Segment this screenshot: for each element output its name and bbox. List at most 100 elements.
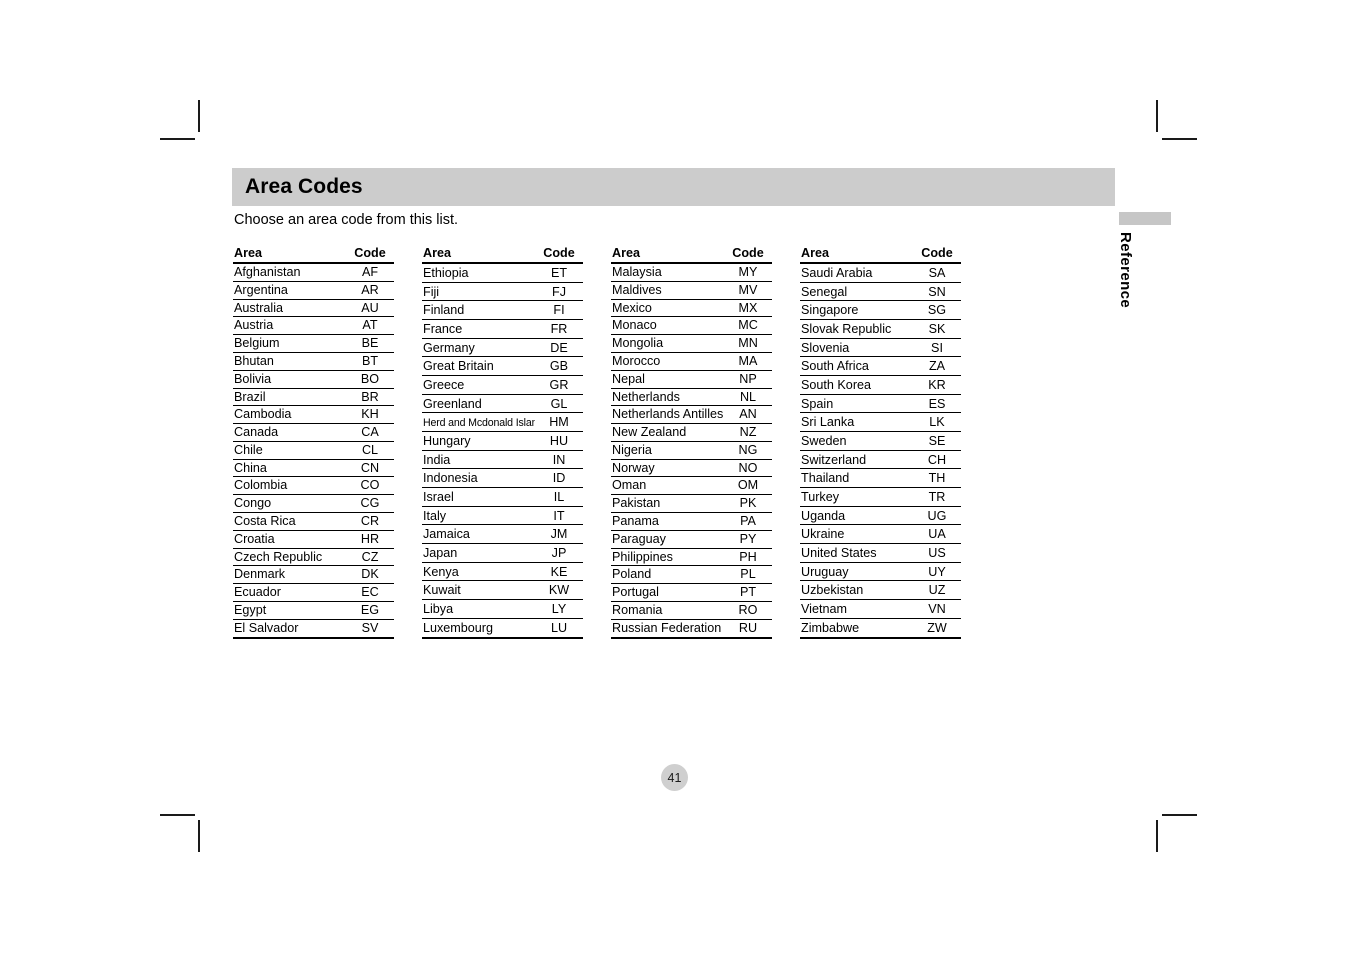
area-name-cell: Morocco	[611, 352, 724, 371]
area-name-cell: El Salvador	[233, 619, 346, 639]
table-row: Denmark DK	[233, 565, 394, 585]
crop-mark-bottom-right	[1140, 808, 1200, 853]
crop-mark-horizontal-rule	[1162, 138, 1197, 140]
column-header-area: Area	[611, 245, 724, 265]
area-name-cell: Pakistan	[611, 494, 724, 514]
area-name-cell: Mongolia	[611, 334, 724, 353]
table-row: Australia AU	[233, 299, 394, 318]
area-code-cell: CN	[346, 459, 394, 478]
area-code-cell: ES	[913, 394, 961, 414]
area-code-cell: PA	[724, 512, 772, 531]
table-row: India IN	[422, 450, 583, 470]
area-name-cell: Sweden	[800, 431, 913, 451]
area-name-cell: Greece	[422, 375, 535, 395]
area-name-cell: Canada	[233, 423, 346, 442]
area-code-cell: BT	[346, 352, 394, 371]
table-row: Indonesia ID	[422, 468, 583, 488]
table-row: Chile CL	[233, 441, 394, 460]
table-row: Belgium BE	[233, 334, 394, 353]
table-row: Panama PA	[611, 512, 772, 531]
table-row: Luxembourg LU	[422, 618, 583, 639]
area-name-cell: Netherlands Antilles	[611, 405, 724, 425]
area-name-cell: Norway	[611, 459, 724, 478]
table-row: Monaco MC	[611, 316, 772, 336]
area-code-cell: RO	[724, 601, 772, 620]
area-code-cell: SE	[913, 431, 961, 451]
table-row: Great Britain GB	[422, 356, 583, 377]
crop-mark-bottom-left	[160, 808, 220, 853]
table-row: Paraguay PY	[611, 530, 772, 549]
table-row: Bolivia BO	[233, 370, 394, 389]
area-name-cell: India	[422, 450, 535, 470]
area-code-cell: NL	[724, 388, 772, 407]
area-code-cell: IT	[535, 506, 583, 526]
table-row: Sweden SE	[800, 431, 961, 451]
page-title: Area Codes	[245, 175, 363, 198]
area-name-cell: Indonesia	[422, 468, 535, 488]
area-code-cell: BO	[346, 370, 394, 389]
area-name-cell: Jamaica	[422, 524, 535, 544]
area-name-cell: Nepal	[611, 370, 724, 389]
table-row: Russian Federation RU	[611, 619, 772, 639]
area-name-cell: Thailand	[800, 468, 913, 488]
table-row: Netherlands NL	[611, 388, 772, 407]
area-code-cell: GR	[535, 375, 583, 395]
area-code-cell: SV	[346, 619, 394, 639]
area-name-cell: Switzerland	[800, 450, 913, 470]
table-row: Malaysia MY	[611, 263, 772, 282]
area-code-table: Area Code Saudi Arabia SA Senegal SN Singapore…	[800, 245, 961, 639]
area-name-cell: Zimbabwe	[800, 618, 913, 639]
area-name-cell: New Zealand	[611, 423, 724, 442]
area-name-cell: Ukraine	[800, 524, 913, 544]
area-name-cell: Austria	[233, 316, 346, 336]
area-code-cell: ZW	[913, 618, 961, 639]
section-tab-label: Reference	[1117, 232, 1134, 309]
area-name-cell: Saudi Arabia	[800, 263, 913, 283]
area-code-cell: CH	[913, 450, 961, 470]
area-code-table: Area Code Malaysia MY Maldives MV Mexico MX Mona…	[611, 245, 772, 639]
area-name-cell: South Korea	[800, 375, 913, 395]
table-row: Oman OM	[611, 476, 772, 496]
table-row: Israel IL	[422, 487, 583, 507]
area-code-cell: ZA	[913, 356, 961, 377]
crop-mark-vertical-rule	[1156, 100, 1158, 132]
table-row: Senegal SN	[800, 282, 961, 302]
area-name-cell: China	[233, 459, 346, 478]
area-name-cell: Israel	[422, 487, 535, 507]
page-number: 41	[661, 764, 688, 791]
area-name-cell: Afghanistan	[233, 263, 346, 282]
table-row: Philippines PH	[611, 548, 772, 567]
table-row: Herd and Mcdonald IslandsHM	[422, 412, 583, 433]
area-name-cell: Egypt	[233, 601, 346, 620]
area-code-cell: LK	[913, 412, 961, 433]
table-header-row: Area Code	[422, 245, 583, 265]
crop-mark-horizontal-rule	[1162, 814, 1197, 816]
table-row: United States US	[800, 543, 961, 563]
area-code-cell: TH	[913, 468, 961, 488]
area-code-cell: EC	[346, 583, 394, 602]
area-name-cell: Fiji	[422, 282, 535, 302]
area-code-cell: IL	[535, 487, 583, 507]
area-code-cell: FI	[535, 300, 583, 321]
table-row: Austria AT	[233, 316, 394, 336]
area-name-cell: Costa Rica	[233, 512, 346, 531]
area-name-cell: Malaysia	[611, 263, 724, 282]
column-header-code: Code	[535, 245, 583, 265]
area-code-cell: BE	[346, 334, 394, 353]
area-code-cell: JM	[535, 524, 583, 544]
area-name-cell: Nigeria	[611, 441, 724, 460]
area-code-cell: MV	[724, 281, 772, 300]
table-row: Japan JP	[422, 543, 583, 563]
area-codes-tables: Area Code Afghanistan AF Argentina AR Australi…	[233, 245, 993, 639]
area-code-cell: LU	[535, 618, 583, 639]
area-name-cell: Oman	[611, 476, 724, 496]
column-header-area: Area	[422, 245, 535, 265]
area-code-cell: FJ	[535, 282, 583, 302]
table-row: Kuwait KW	[422, 580, 583, 600]
area-code-cell: PT	[724, 583, 772, 602]
area-code-cell: CO	[346, 476, 394, 496]
area-name-cell: Uganda	[800, 506, 913, 526]
area-code-cell: UZ	[913, 580, 961, 600]
area-name-cell: Argentina	[233, 281, 346, 300]
table-row: South Africa ZA	[800, 356, 961, 377]
